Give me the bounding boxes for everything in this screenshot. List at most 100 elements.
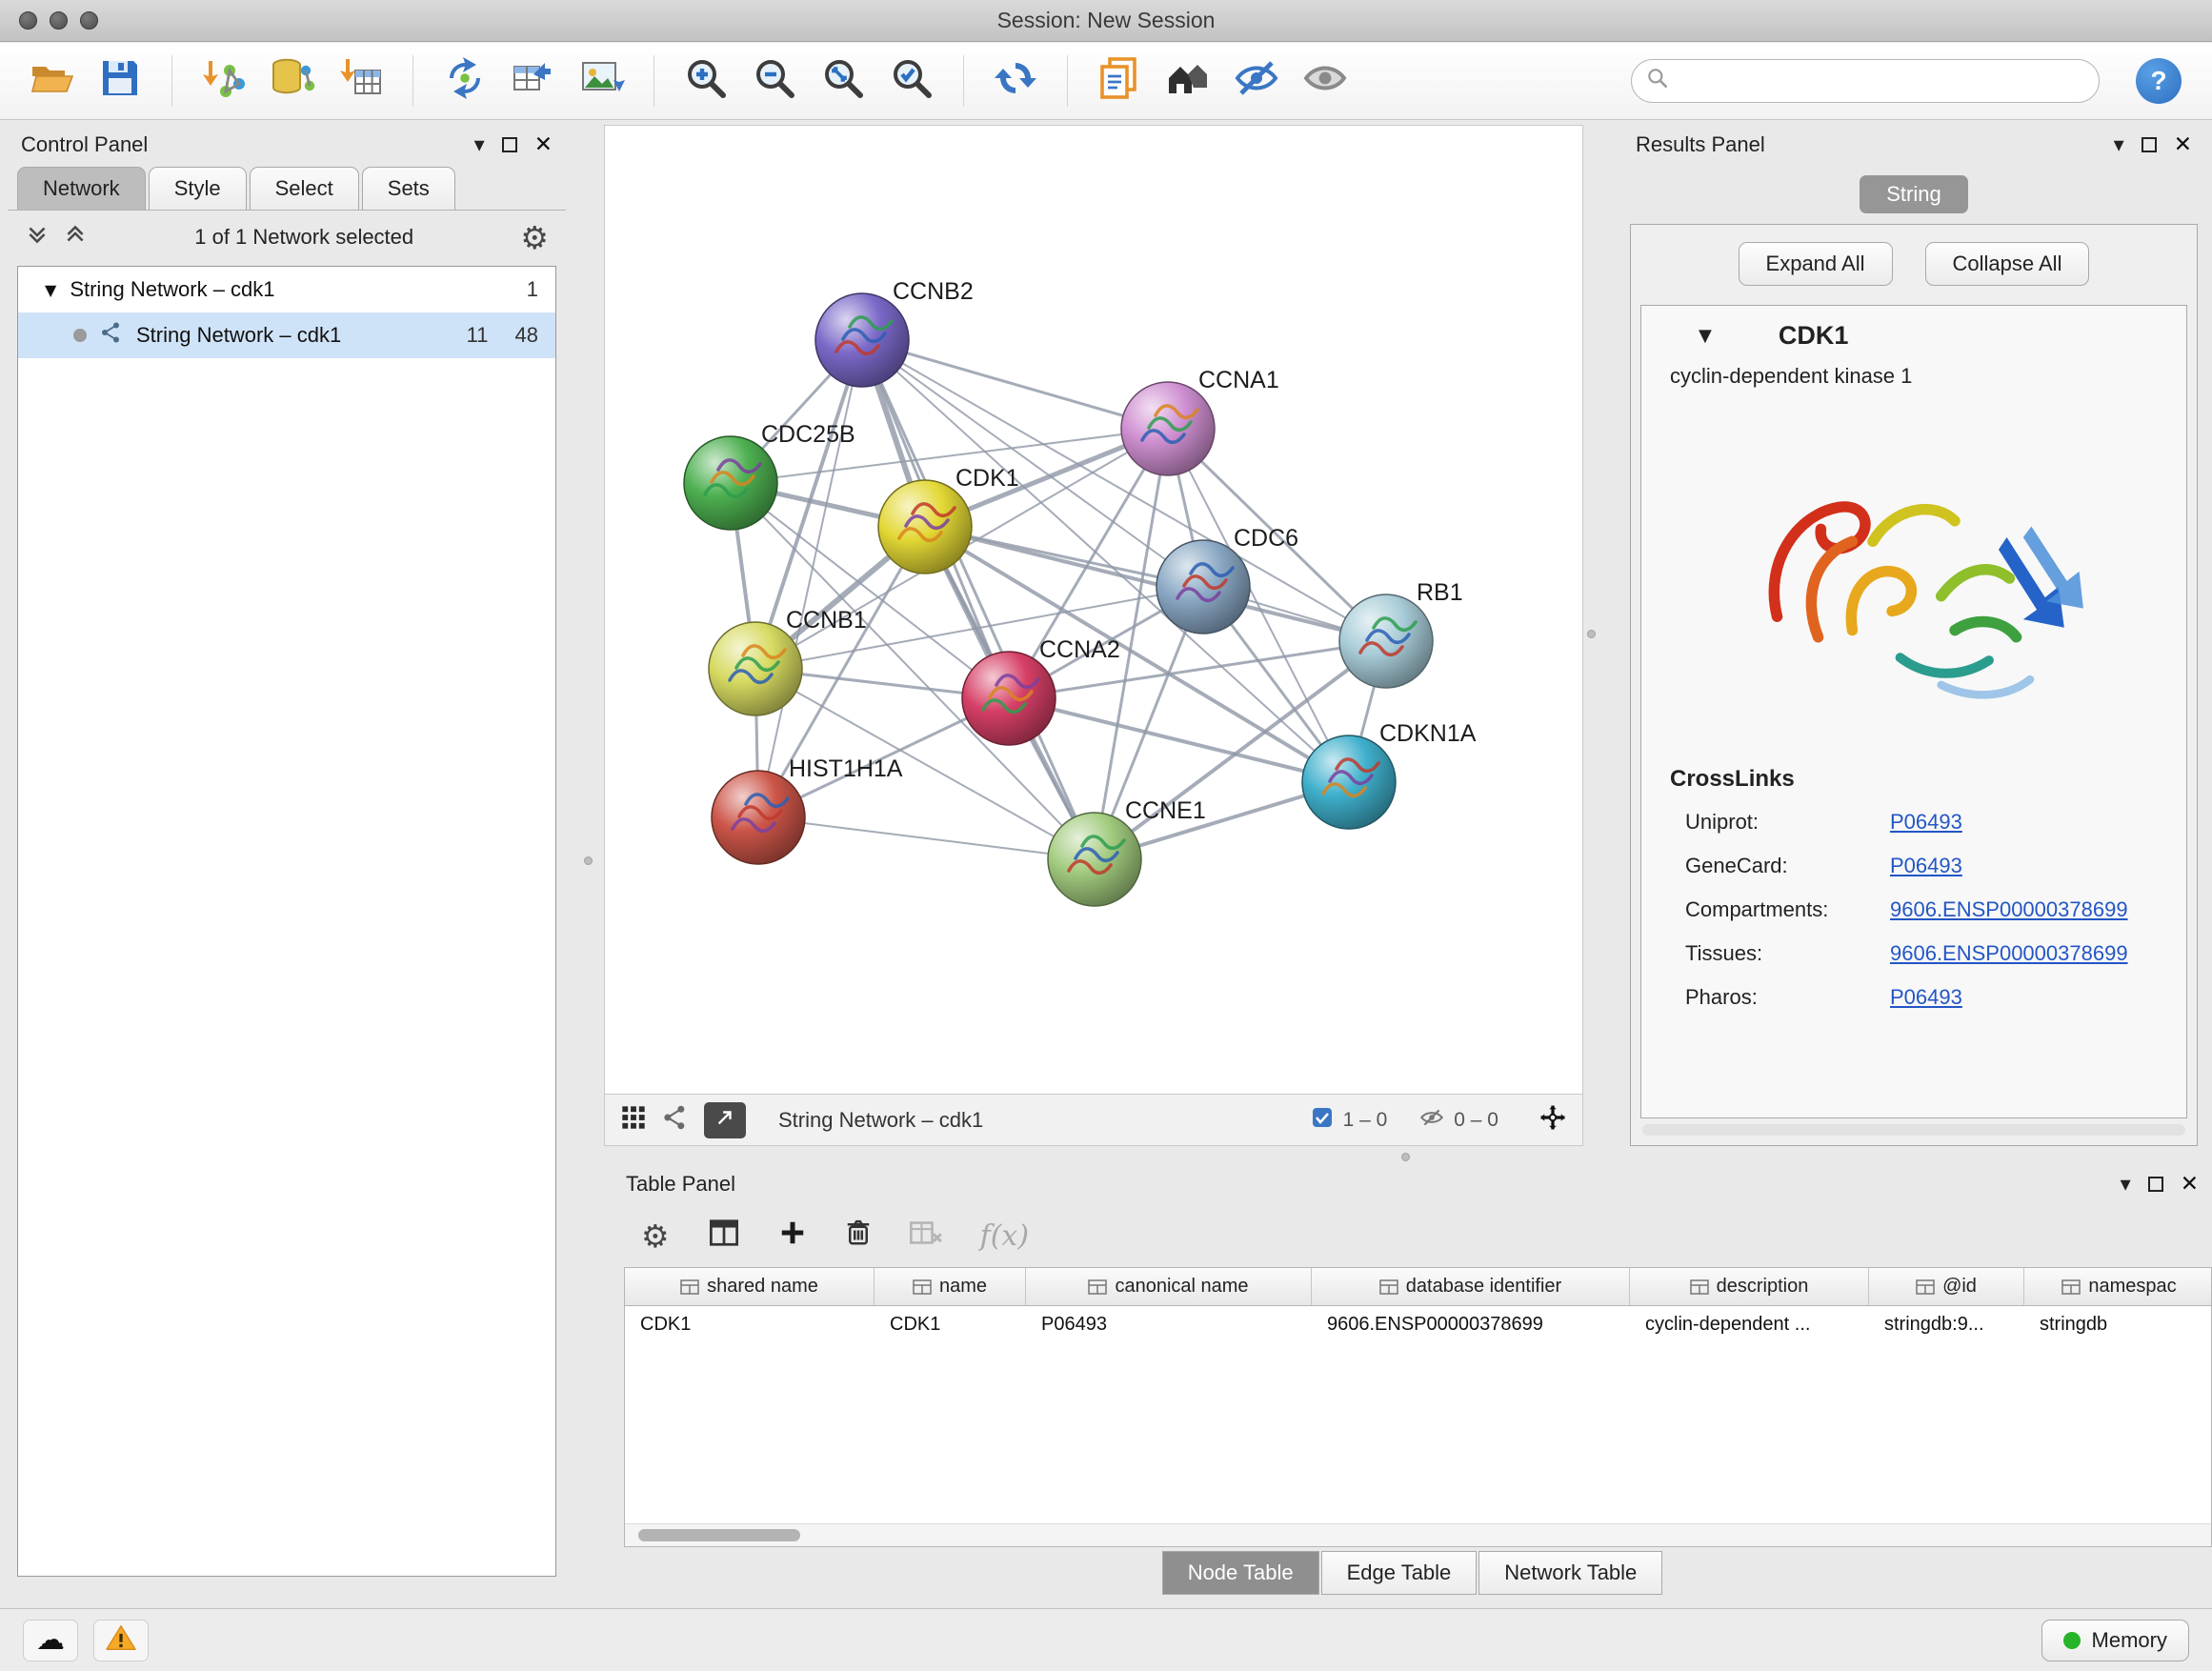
table-cell[interactable]: CDK1 — [875, 1306, 1026, 1346]
table-cell[interactable]: cyclin-dependent ... — [1630, 1306, 1869, 1346]
show-hidden-button[interactable] — [1297, 52, 1354, 110]
table-cell[interactable]: stringdb:9... — [1869, 1306, 2024, 1346]
column-header-name[interactable]: name — [875, 1268, 1026, 1305]
memory-button[interactable]: Memory — [2041, 1620, 2189, 1661]
birdseye-grid-icon[interactable] — [620, 1104, 647, 1137]
save-session-button[interactable] — [91, 52, 149, 110]
search-box[interactable] — [1631, 59, 2100, 103]
network-node-RB1[interactable]: RB1 — [1339, 579, 1463, 688]
network-from-table-button[interactable] — [505, 52, 562, 110]
table-cell[interactable]: P06493 — [1026, 1306, 1312, 1346]
network-node-CDK1[interactable]: CDK1 — [878, 465, 1019, 574]
edge-CDK1-RB1[interactable] — [925, 527, 1386, 641]
edge-CCNB2-HIST1H1A[interactable] — [758, 340, 862, 817]
panel-float-icon[interactable] — [2148, 1177, 2163, 1192]
tab-edge-table[interactable]: Edge Table — [1321, 1551, 1478, 1595]
panel-float-icon[interactable] — [2142, 137, 2157, 152]
new-network-button[interactable] — [436, 52, 493, 110]
home-button[interactable] — [1159, 52, 1217, 110]
crosslink-link-pharos[interactable]: P06493 — [1890, 985, 1962, 1010]
table-row[interactable]: CDK1CDK1P064939606.ENSP00000378699cyclin… — [625, 1306, 2211, 1346]
network-node-CDKN1A[interactable]: CDKN1A — [1302, 720, 1477, 829]
string-tab[interactable]: String — [1860, 175, 1967, 213]
column-header-namespac[interactable]: namespac — [2024, 1268, 2212, 1305]
close-window-button[interactable] — [19, 11, 37, 30]
help-button[interactable]: ? — [2136, 58, 2182, 104]
fit-content-crosshair-icon[interactable] — [1538, 1103, 1567, 1137]
tree-network-row[interactable]: String Network – cdk1 11 48 — [18, 312, 555, 358]
hide-selected-button[interactable] — [1228, 52, 1285, 110]
expand-all-tree-icon[interactable] — [25, 222, 50, 252]
edge-HIST1H1A-CCNE1[interactable] — [758, 817, 1095, 859]
panel-collapse-icon[interactable]: ▾ — [2121, 1173, 2131, 1197]
network-node-CCNA1[interactable]: CCNA1 — [1121, 367, 1279, 475]
collapse-all-tree-icon[interactable] — [63, 222, 88, 252]
crosslink-link-uniprot[interactable]: P06493 — [1890, 810, 1962, 835]
column-header-@id[interactable]: @id — [1869, 1268, 2024, 1305]
copy-document-button[interactable] — [1091, 52, 1148, 110]
collapse-all-button[interactable]: Collapse All — [1925, 242, 2090, 286]
column-header-canonical-name[interactable]: canonical name — [1026, 1268, 1312, 1305]
import-network-file-button[interactable] — [195, 52, 252, 110]
crosslink-link-compartments[interactable]: 9606.ENSP00000378699 — [1890, 897, 2128, 922]
panel-collapse-icon[interactable]: ▾ — [2114, 133, 2124, 157]
open-in-browser-button[interactable] — [704, 1102, 746, 1138]
column-header-description[interactable]: description — [1630, 1268, 1869, 1305]
open-session-button[interactable] — [23, 52, 80, 110]
column-header-shared-name[interactable]: shared name — [625, 1268, 875, 1305]
add-column-icon[interactable] — [778, 1218, 807, 1253]
zoom-out-button[interactable] — [746, 52, 803, 110]
entry-collapse-icon[interactable]: ▼ — [1699, 326, 1712, 346]
share-network-icon[interactable] — [662, 1104, 689, 1137]
show-columns-icon[interactable] — [708, 1218, 740, 1253]
network-node-HIST1H1A[interactable]: HIST1H1A — [712, 755, 903, 864]
table-cell[interactable]: stringdb — [2024, 1306, 2212, 1346]
zoom-in-button[interactable] — [677, 52, 734, 110]
table-horizontal-scrollbar[interactable] — [625, 1523, 2211, 1546]
table-options-gear-icon[interactable]: ⚙ — [641, 1220, 670, 1252]
network-canvas[interactable]: CCNB2CCNA1CDC25BCDK1CDC6RB1CCNB1CCNA2CDK… — [604, 125, 1583, 1095]
table-cell[interactable]: CDK1 — [625, 1306, 875, 1346]
scrollbar-thumb[interactable] — [638, 1529, 800, 1541]
panel-close-icon[interactable]: ✕ — [2174, 132, 2192, 157]
search-input[interactable] — [1678, 70, 2085, 92]
panel-close-icon[interactable]: ✕ — [2181, 1172, 2199, 1197]
expand-all-button[interactable]: Expand All — [1739, 242, 1893, 286]
minimize-window-button[interactable] — [50, 11, 68, 30]
splitter-handle[interactable] — [1401, 1153, 1410, 1161]
tab-network-table[interactable]: Network Table — [1478, 1551, 1662, 1595]
tab-network[interactable]: Network — [17, 167, 146, 210]
network-graph[interactable]: CCNB2CCNA1CDC25BCDK1CDC6RB1CCNB1CCNA2CDK… — [605, 126, 1582, 1094]
splitter-handle[interactable] — [584, 856, 593, 865]
panel-close-icon[interactable]: ✕ — [534, 132, 553, 157]
warnings-button[interactable] — [93, 1620, 149, 1661]
zoom-selected-button[interactable] — [883, 52, 940, 110]
tree-expand-icon[interactable]: ▼ — [45, 281, 56, 299]
zoom-window-button[interactable] — [80, 11, 98, 30]
zoom-fit-button[interactable] — [814, 52, 872, 110]
import-table-button[interactable] — [332, 52, 390, 110]
tab-node-table[interactable]: Node Table — [1162, 1551, 1319, 1595]
edge-CCNB2-CCNA1[interactable] — [862, 340, 1168, 429]
crosslink-link-tissues[interactable]: 9606.ENSP00000378699 — [1890, 941, 2128, 966]
edge-CCNA2-CDKN1A[interactable] — [1009, 698, 1349, 782]
panel-float-icon[interactable] — [502, 137, 517, 152]
tree-root-row[interactable]: ▼ String Network – cdk1 1 — [18, 267, 555, 312]
network-node-CCNB1[interactable]: CCNB1 — [709, 607, 867, 715]
selected-checkbox-icon[interactable] — [1311, 1106, 1334, 1135]
column-header-database-identifier[interactable]: database identifier — [1312, 1268, 1630, 1305]
results-scrollbar[interactable] — [1642, 1124, 2185, 1136]
splitter-handle[interactable] — [1587, 630, 1596, 638]
cloud-button[interactable]: ☁ — [23, 1620, 78, 1661]
table-cell[interactable]: 9606.ENSP00000378699 — [1312, 1306, 1630, 1346]
tab-select[interactable]: Select — [250, 167, 359, 210]
import-network-database-button[interactable] — [264, 52, 321, 110]
tab-style[interactable]: Style — [149, 167, 247, 210]
crosslink-link-genecard[interactable]: P06493 — [1890, 854, 1962, 878]
tab-sets[interactable]: Sets — [362, 167, 455, 210]
gear-icon[interactable]: ⚙ — [520, 222, 549, 253]
export-image-button[interactable] — [573, 52, 631, 110]
panel-collapse-icon[interactable]: ▾ — [474, 133, 485, 157]
network-node-CCNB2[interactable]: CCNB2 — [815, 278, 974, 387]
refresh-network-button[interactable] — [987, 52, 1044, 110]
